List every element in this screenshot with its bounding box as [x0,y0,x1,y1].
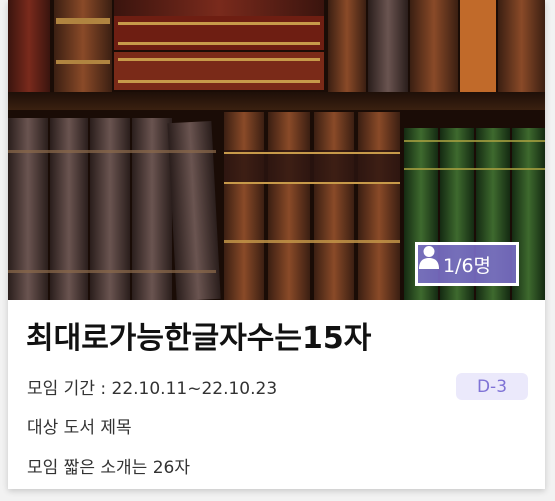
member-count: 1/6명 [442,254,492,277]
book-title: 대상 도서 제목 [27,418,132,438]
cover-image: 1/6명 [8,0,545,300]
group-card[interactable]: 1/6명 최대로가능한글자수는15자 모임 기간 : 22.10.11~22.1… [8,0,545,489]
person-icon [419,246,439,269]
dday-badge: D-3 [456,373,528,400]
group-intro: 모임 짧은 소개는 26자 [27,458,190,478]
meeting-period: 모임 기간 : 22.10.11~22.10.23 [27,379,278,399]
member-count-badge: 1/6명 [415,242,519,286]
group-title: 최대로가능한글자수는15자 [26,321,372,356]
